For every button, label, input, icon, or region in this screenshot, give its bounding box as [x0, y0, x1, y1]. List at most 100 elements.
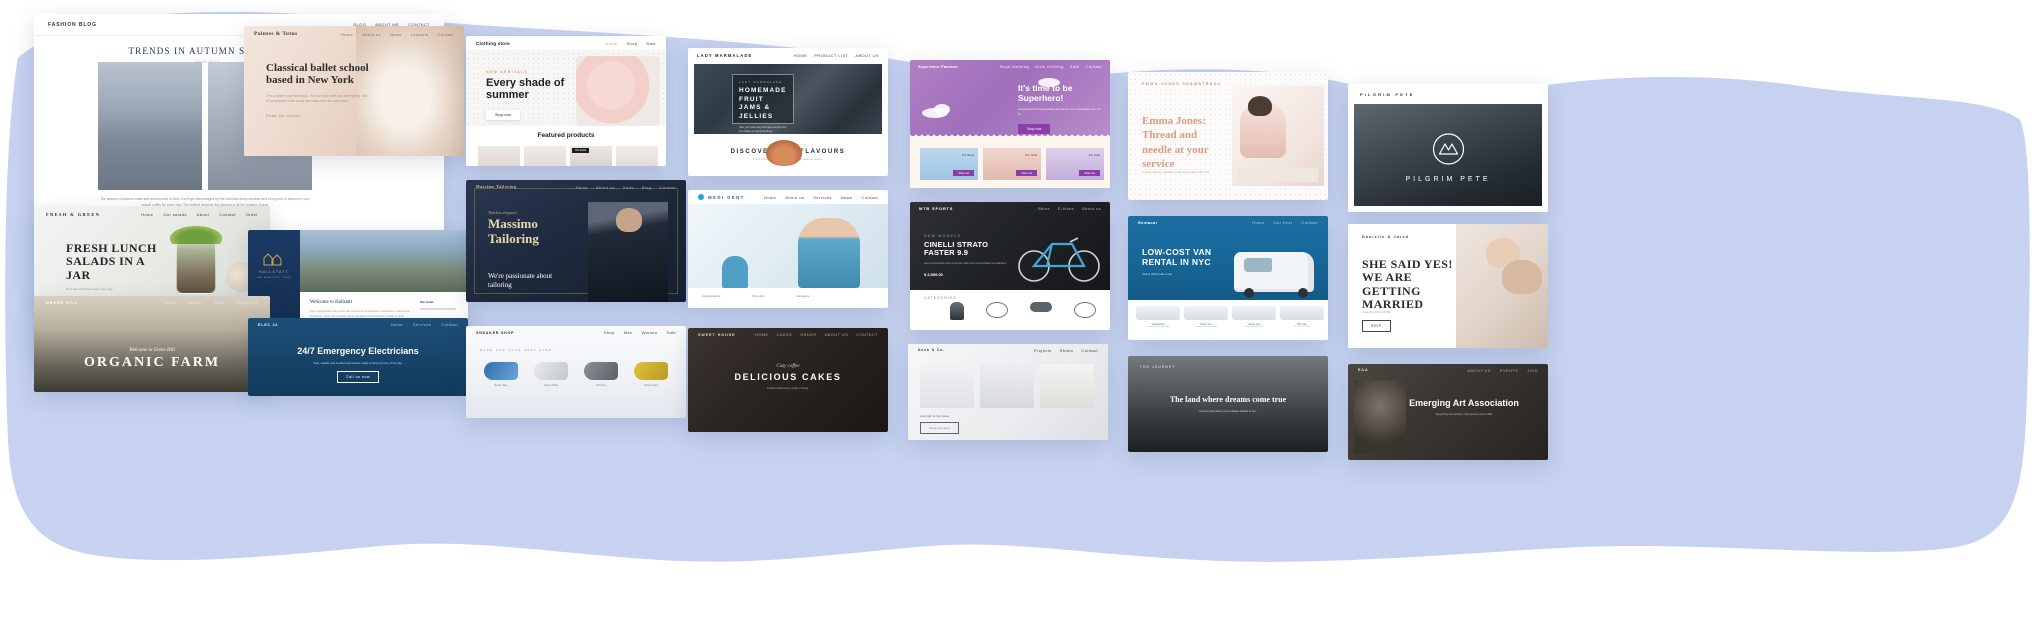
feature-label[interactable]: Appointments	[702, 294, 720, 298]
card-nav[interactable]: Projects Studio Contact	[1034, 348, 1098, 353]
fleet-item[interactable]: Cargo van large van from $75	[1232, 306, 1276, 328]
card-nav[interactable]: ABOUT US EVENTS JOIN	[1467, 368, 1538, 373]
nav-item[interactable]: ABOUT	[187, 300, 203, 305]
nav-item[interactable]: Bikes	[1038, 206, 1050, 211]
nav-item[interactable]: Sale	[646, 41, 656, 46]
card-nav[interactable]: Home About us Suits Blog Contact	[576, 185, 676, 190]
nav-item[interactable]: Our salads	[163, 212, 186, 217]
feature-label[interactable]: Insurance	[796, 294, 809, 298]
template-card-ballet-school[interactable]: Pointes & Tutus Home About us News Lesso…	[244, 26, 464, 156]
card-nav[interactable]: Bikes E-bikes About us	[1038, 206, 1101, 211]
card-cta[interactable]: Call us now	[336, 371, 380, 384]
product-thumb[interactable]	[478, 146, 520, 166]
nav-item[interactable]: CAKES	[777, 332, 793, 337]
template-card-wedding[interactable]: Danielle & Jared SHE SAID YES! WE ARE GE…	[1348, 224, 1548, 348]
nav-item[interactable]: Home	[341, 32, 353, 37]
project-thumb[interactable]	[1040, 364, 1094, 408]
template-card-superhero-fashion[interactable]: Superhero Fashion Boys clothing Girls cl…	[910, 60, 1110, 188]
nav-item[interactable]: Contact	[1085, 64, 1102, 69]
product-thumb[interactable]: ON SALE	[570, 146, 612, 166]
card-nav[interactable]: Home Our fleet Contact	[1252, 220, 1318, 225]
nav-item[interactable]: Sale	[1070, 64, 1080, 69]
nav-item[interactable]: Order	[246, 212, 258, 217]
nav-item[interactable]: About	[197, 212, 209, 217]
card-nav[interactable]: HOME CAKES ORDER ABOUT US CONTACT	[755, 332, 878, 337]
nav-item[interactable]: SHOP	[213, 300, 226, 305]
nav-item[interactable]: About us	[785, 195, 804, 200]
product-shoe[interactable]	[484, 362, 518, 380]
nav-item[interactable]: E-bikes	[1058, 206, 1074, 211]
nav-item[interactable]: Contact	[659, 185, 676, 190]
project-thumb[interactable]	[980, 364, 1034, 408]
nav-item[interactable]: JOIN	[1527, 368, 1538, 373]
nav-item[interactable]: HOME	[755, 332, 769, 337]
category-icon[interactable]	[1074, 302, 1096, 318]
category-tile[interactable]: For Girls Shop now	[983, 148, 1041, 180]
category-icon[interactable]	[986, 302, 1008, 318]
template-card-sneaker-shop[interactable]: SNEAKER SHOP Shop Men Women Sale MADE FO…	[466, 326, 686, 418]
nav-item[interactable]: Contact	[1301, 220, 1318, 225]
card-nav[interactable]: Home About us News Lessons Contact	[341, 32, 454, 37]
project-thumb[interactable]	[920, 364, 974, 408]
fleet-item[interactable]: Transporter economy van from $45	[1136, 306, 1180, 328]
nav-item[interactable]: Home	[764, 195, 776, 200]
category-icon[interactable]	[1030, 302, 1052, 312]
nav-item[interactable]: Sale	[666, 330, 676, 335]
fleet-item[interactable]: Box van XL van from $95	[1280, 306, 1324, 328]
category-icon[interactable]	[950, 302, 964, 320]
nav-item[interactable]: Contact	[861, 195, 878, 200]
nav-item[interactable]: Contact	[219, 212, 236, 217]
template-card-mtb-sports[interactable]: MTB SPORTS Bikes E-bikes About us NEW MO…	[910, 202, 1110, 330]
nav-item[interactable]: HOME	[164, 300, 178, 305]
product-thumb[interactable]	[524, 146, 566, 166]
nav-item[interactable]: Shop	[626, 41, 637, 46]
template-card-dreams-come-true[interactable]: THE JOURNEY The land where dreams come t…	[1128, 356, 1328, 452]
template-card-clothing-store[interactable]: Clothing store Home Shop Sale NEW ARRIVA…	[466, 36, 666, 166]
nav-item[interactable]: About us	[362, 32, 381, 37]
nav-item[interactable]: Men	[624, 330, 633, 335]
template-card-interior-design[interactable]: Deco & Co. Projects Studio Contact Last …	[908, 344, 1108, 440]
tile-cta[interactable]: Shop now	[1079, 170, 1100, 176]
nav-item[interactable]: ABOUT US	[855, 53, 879, 58]
nav-item[interactable]: Projects	[1034, 348, 1052, 353]
card-cta[interactable]: Shop now	[486, 109, 520, 120]
nav-item[interactable]: ABOUT US	[825, 332, 849, 337]
nav-item[interactable]: Shop	[604, 330, 615, 335]
template-card-delicious-cakes[interactable]: SWEET HOUSE HOME CAKES ORDER ABOUT US CO…	[688, 328, 888, 432]
template-card-medi-dent[interactable]: MEDI DENT Home About us Services News Co…	[688, 190, 888, 308]
card-nav[interactable]: Home About us Services News Contact	[764, 195, 878, 200]
card-nav[interactable]: Home Our salads About Contact Order	[141, 212, 258, 217]
card-nav[interactable]: Home Shop Sale	[605, 41, 656, 46]
nav-item[interactable]: Blog	[642, 185, 652, 190]
template-card-emergency-electricians[interactable]: ELEC 24 Home Services Contact 24/7 Emerg…	[248, 318, 468, 396]
nav-item[interactable]: Services	[413, 322, 432, 327]
nav-item[interactable]: ABOUT US	[1467, 368, 1491, 373]
nav-item[interactable]: PRODUCT LIST	[814, 53, 848, 58]
nav-item[interactable]: Contact	[1081, 348, 1098, 353]
nav-item[interactable]: Home	[576, 185, 588, 190]
nav-item[interactable]: About us	[1082, 206, 1101, 211]
nav-item[interactable]: CONTACT	[856, 332, 878, 337]
template-card-massimo-tailoring[interactable]: Massimo Tailoring Home About us Suits Bl…	[466, 180, 686, 302]
nav-item[interactable]: Home	[605, 41, 617, 46]
nav-item[interactable]: About us	[596, 185, 615, 190]
nav-item[interactable]: Home	[141, 212, 153, 217]
tile-cta[interactable]: Shop now	[953, 170, 974, 176]
card-nav[interactable]: Home Services Contact	[391, 322, 458, 327]
nav-item[interactable]: Boys clothing	[1000, 64, 1029, 69]
nav-item[interactable]: Women	[642, 330, 658, 335]
template-card-organic-farm[interactable]: GREEN HILL HOME ABOUT SHOP CONTACT Welco…	[34, 296, 270, 392]
nav-item[interactable]: Home	[391, 322, 403, 327]
card-nav[interactable]: Shop Men Women Sale	[604, 330, 676, 335]
nav-item[interactable]: EVENTS	[1500, 368, 1518, 373]
category-tile[interactable]: For Kids Shop now	[1046, 148, 1104, 180]
template-card-van-rental[interactable]: Rentacar Home Our fleet Contact LOW-COST…	[1128, 216, 1328, 340]
template-card-emerging-art[interactable]: EAA ABOUT US EVENTS JOIN Emerging Art As…	[1348, 364, 1548, 460]
nav-item[interactable]: Contact	[437, 32, 454, 37]
card-nav[interactable]: HOME PRODUCT LIST ABOUT US	[794, 53, 879, 58]
nav-item[interactable]: Services	[813, 195, 832, 200]
template-card-pilgrim-pete[interactable]: PILGRIM PETE PILGRIM PETE	[1348, 84, 1548, 212]
category-tile[interactable]: For Boys Shop now	[920, 148, 978, 180]
nav-item[interactable]: HOME	[794, 53, 808, 58]
product-thumb[interactable]	[616, 146, 658, 166]
